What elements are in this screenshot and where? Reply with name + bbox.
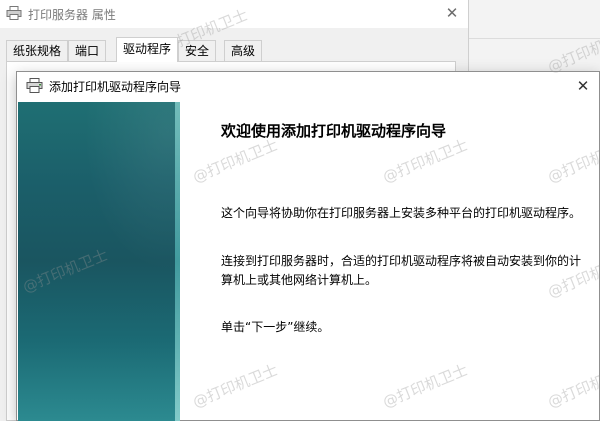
wizard-side-banner xyxy=(18,102,180,421)
wizard-title-bar: 添加打印机驱动程序向导 ✕ xyxy=(17,72,599,100)
wizard-banner-edge xyxy=(175,102,180,421)
add-printer-driver-wizard: 添加打印机驱动程序向导 ✕ 欢迎使用添加打印机驱动程序向导 这个向导将协助你在打… xyxy=(16,71,600,421)
printer-icon xyxy=(26,78,43,93)
properties-window-title: 打印服务器 属性 xyxy=(28,8,116,22)
tab-paper-sizes[interactable]: 纸张规格 xyxy=(6,40,69,61)
tab-security[interactable]: 安全 xyxy=(178,40,217,61)
properties-title-bar: 打印服务器 属性 ✕ xyxy=(0,0,468,28)
tab-ports[interactable]: 端口 xyxy=(68,40,107,61)
wizard-continue-instruction: 单击“下一步”继续。 xyxy=(221,320,330,334)
wizard-description: 这个向导将协助你在打印服务器上安装多种平台的打印机驱动程序。 xyxy=(221,206,582,220)
wizard-heading: 欢迎使用添加打印机驱动程序向导 xyxy=(221,122,447,140)
properties-close-button[interactable]: ✕ xyxy=(440,2,464,24)
background-window-divider xyxy=(469,38,600,39)
wizard-connect-note: 连接到打印服务器时，合适的打印机驱动程序将被自动安装到你的计算机上或其他网络计算… xyxy=(221,254,582,287)
printer-icon xyxy=(6,6,22,20)
wizard-title: 添加打印机驱动程序向导 xyxy=(49,80,182,94)
tab-drivers[interactable]: 驱动程序 xyxy=(116,37,179,62)
wizard-close-button[interactable]: ✕ xyxy=(569,74,597,98)
tab-advanced[interactable]: 高级 xyxy=(224,40,263,61)
